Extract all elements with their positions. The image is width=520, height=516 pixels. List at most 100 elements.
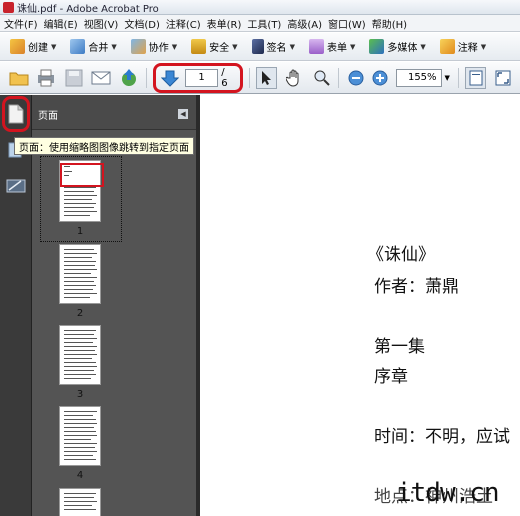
page-navigation-highlight: 1 / 6 [152,62,243,93]
comment-label: 注释 [457,43,478,54]
menu-document[interactable]: 文档(D) [124,16,166,31]
combine-label: 合并 [88,43,109,54]
page-icon [8,104,24,124]
page-number-input[interactable]: 1 [185,68,219,87]
hand-icon [286,69,299,87]
menu-window[interactable]: 窗口(W) [328,16,372,31]
menu-comments[interactable]: 注释(C) [166,16,207,31]
fit-page-button[interactable] [464,66,487,89]
document-view[interactable] [200,95,520,516]
page-thumbnail-5[interactable] [59,488,101,516]
toolbar-separator [248,67,250,88]
menu-forms[interactable]: 表单(R) [207,16,248,31]
current-page: 1 [198,72,205,83]
pen-icon [251,39,264,54]
multimedia-button[interactable]: 多媒体 ▼ [365,36,429,58]
upload-button[interactable] [118,67,140,89]
pages-panel-header: 页面 ◀ [32,95,196,130]
cursor-icon [261,70,271,85]
window-title: 诛仙.pdf - Adobe Acrobat Pro [17,3,159,15]
visible-area-marker[interactable] [60,163,104,187]
doc-chapter: 第一集 [374,337,425,357]
email-button[interactable] [91,67,113,89]
next-page-button[interactable] [160,67,181,89]
zoom-level-select[interactable]: 155% [396,68,442,87]
secure-label: 安全 [209,43,230,54]
marquee-zoom-button[interactable] [311,67,333,89]
menu-bar: 文件(F) 编辑(E) 视图(V) 文档(D) 注释(C) 表单(R) 工具(T… [0,15,520,32]
secure-button[interactable]: 安全 ▼ [187,36,241,58]
comment-icon [439,39,455,54]
toolbar-separator [457,67,459,88]
page-thumbnail-4[interactable] [59,406,101,466]
pages-panel-button[interactable] [8,104,24,124]
disk-icon [65,69,83,86]
zoom-in-icon [372,70,388,85]
signature-icon [6,179,26,193]
acrobat-app-icon [3,1,14,13]
signatures-panel-button[interactable] [6,178,26,194]
menu-advanced[interactable]: 高级(A) [287,16,328,31]
zoom-out-icon [348,70,364,85]
create-icon [10,39,25,54]
navigation-rail [0,95,32,516]
zoom-level: 155% [407,72,437,83]
page-thumbnail-2[interactable] [59,244,101,304]
create-label: 创建 [28,43,48,54]
printer-icon [38,69,55,86]
open-button[interactable] [8,67,30,89]
combine-button[interactable]: 合并 ▼ [66,36,120,58]
thumbnail-number: 2 [76,308,84,319]
doc-time-line: 时间：不明，应试 [374,427,510,447]
expand-icon [495,70,511,85]
select-tool-button[interactable] [255,66,278,89]
total-pages: / 6 [221,66,228,89]
full-screen-button[interactable] [492,67,514,89]
tasks-toolbar: 创建 ▼ 合并 ▼ 协作 ▼ 安全 ▼ 签名 ▼ 表单 ▼ 多媒体 ▼ 注释 ▼ [0,33,520,61]
hand-tool-button[interactable] [283,67,305,89]
envelope-icon [91,71,111,84]
doc-section: 序章 [374,367,408,387]
zoom-out-button[interactable] [345,67,367,89]
chevron-down-icon[interactable]: ▼ [445,74,450,82]
page-thumbnail-1[interactable] [59,160,104,222]
forms-label: 表单 [326,43,347,54]
collaborate-icon [130,39,146,54]
print-button[interactable] [36,67,58,89]
page-thumbnail-3[interactable] [59,325,101,385]
forms-button[interactable]: 表单 ▼ [305,36,359,58]
toolbar-separator [338,67,340,88]
collaborate-button[interactable]: 协作 ▼ [127,36,181,58]
doc-author: 作者：萧鼎 [374,277,459,297]
menu-tools[interactable]: 工具(T) [247,16,287,31]
watermark-text: itdw.cn [396,478,500,508]
forms-icon [308,39,324,54]
pages-panel-title: 页面 [38,111,58,122]
navigation-toolbar: 1 / 6 155% ▼ [0,62,520,94]
globe-arrow-icon [121,68,136,86]
toolbar-separator [145,67,147,88]
panel-collapse-icon[interactable]: ◀ [178,109,188,119]
thumbnail-number: 3 [76,389,84,400]
folder-icon [9,72,29,85]
multimedia-icon [369,39,385,54]
menu-view[interactable]: 视图(V) [84,16,125,31]
multimedia-label: 多媒体 [387,43,418,54]
pages-panel-tooltip: 页面：使用缩略图图像跳转到指定页面 [14,137,194,155]
fit-page-icon [469,70,483,85]
collaborate-label: 协作 [148,43,169,54]
combine-icon [70,39,86,54]
magnifier-icon [314,70,330,86]
thumbnail-number: 1 [76,226,84,237]
save-button[interactable] [63,67,85,89]
create-button[interactable]: 创建 ▼ [6,36,60,58]
thumbnail-number: 4 [76,470,84,481]
menu-file[interactable]: 文件(F) [4,16,44,31]
zoom-in-button[interactable] [369,67,391,89]
menu-edit[interactable]: 编辑(E) [44,16,84,31]
lock-icon [191,39,207,54]
sign-button[interactable]: 签名 ▼ [248,36,299,58]
doc-title: 《诛仙》 [367,245,435,265]
menu-help[interactable]: 帮助(H) [372,16,413,31]
comment-button[interactable]: 注释 ▼ [436,36,490,58]
